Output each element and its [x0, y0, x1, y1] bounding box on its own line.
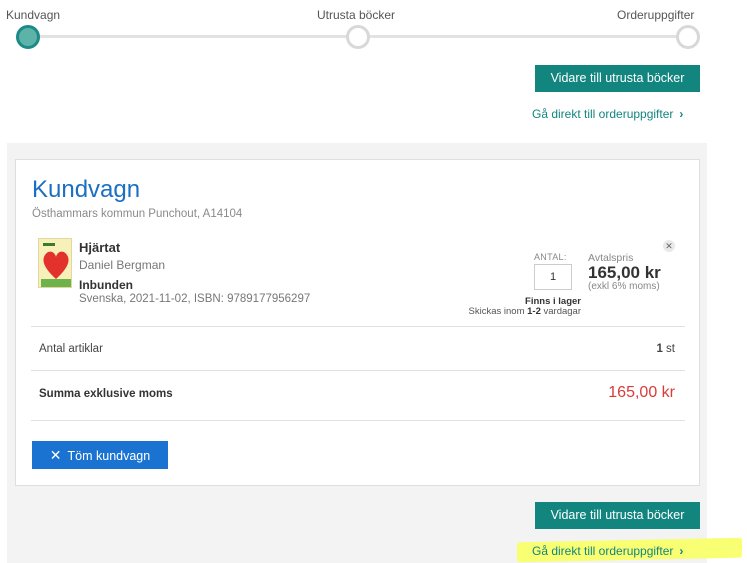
checkout-stepper: Kundvagn Utrusta böcker Orderuppgifter [0, 0, 747, 52]
book-title[interactable]: Hjärtat [79, 240, 120, 255]
ship-days: 1-2 [527, 306, 541, 317]
article-count-value: 1 st [656, 343, 675, 355]
empty-cart-label: Töm kundvagn [67, 449, 151, 463]
book-format: Inbunden [79, 278, 133, 292]
book-author[interactable]: Daniel Bergman [79, 258, 165, 272]
total-value: 165,00 kr [608, 384, 675, 401]
close-icon: ✕ [49, 447, 62, 463]
go-direct-to-order-link-top[interactable]: Gå direkt till orderuppgifter › [532, 107, 683, 121]
step-dot-orderuppgifter[interactable] [676, 25, 700, 49]
divider [31, 370, 685, 371]
ship-prefix: Skickas inom [468, 306, 528, 317]
step-label-kundvagn: Kundvagn [6, 8, 61, 22]
stock-info: Finns i lager Skickas inom 1-2 vardagar [461, 297, 581, 317]
heart-illustration-icon [39, 239, 71, 287]
step-dot-kundvagn[interactable] [16, 25, 40, 49]
step-label-utrusta: Utrusta böcker [317, 8, 396, 22]
step-dot-utrusta[interactable] [346, 25, 370, 49]
article-count-label: Antal artiklar [39, 343, 103, 355]
item-price: 165,00 kr [588, 263, 661, 282]
continue-to-equip-button-bottom[interactable]: Vidare till utrusta böcker [535, 502, 700, 529]
article-count-unit: st [662, 343, 675, 355]
ship-suffix: vardagar [540, 306, 581, 317]
book-cover-image[interactable] [38, 238, 72, 288]
go-direct-to-order-link-bottom[interactable]: Gå direkt till orderuppgifter › [532, 544, 683, 558]
cart-title: Kundvagn [32, 176, 141, 203]
continue-to-equip-button-top[interactable]: Vidare till utrusta böcker [535, 65, 700, 92]
book-meta: Svenska, 2021-11-02, ISBN: 9789177956297 [79, 293, 311, 305]
cart-subtitle: Östhammars kommun Punchout, A14104 [32, 208, 243, 220]
chevron-right-icon: › [679, 107, 684, 121]
total-label: Summa exklusive moms [39, 388, 173, 400]
divider [31, 326, 685, 327]
chevron-right-icon: › [679, 544, 684, 558]
empty-cart-button[interactable]: ✕ Töm kundvagn [32, 441, 168, 469]
go-direct-link-label: Gå direkt till orderuppgifter [532, 107, 674, 121]
divider [31, 420, 685, 421]
go-direct-link-label: Gå direkt till orderuppgifter [532, 544, 674, 558]
remove-item-icon[interactable]: ✕ [663, 240, 675, 252]
quantity-label: ANTAL: [534, 252, 567, 262]
quantity-input[interactable]: 1 [534, 264, 572, 290]
step-label-orderuppgifter: Orderuppgifter [617, 8, 695, 22]
vat-note: (exkl 6% moms) [588, 281, 660, 292]
